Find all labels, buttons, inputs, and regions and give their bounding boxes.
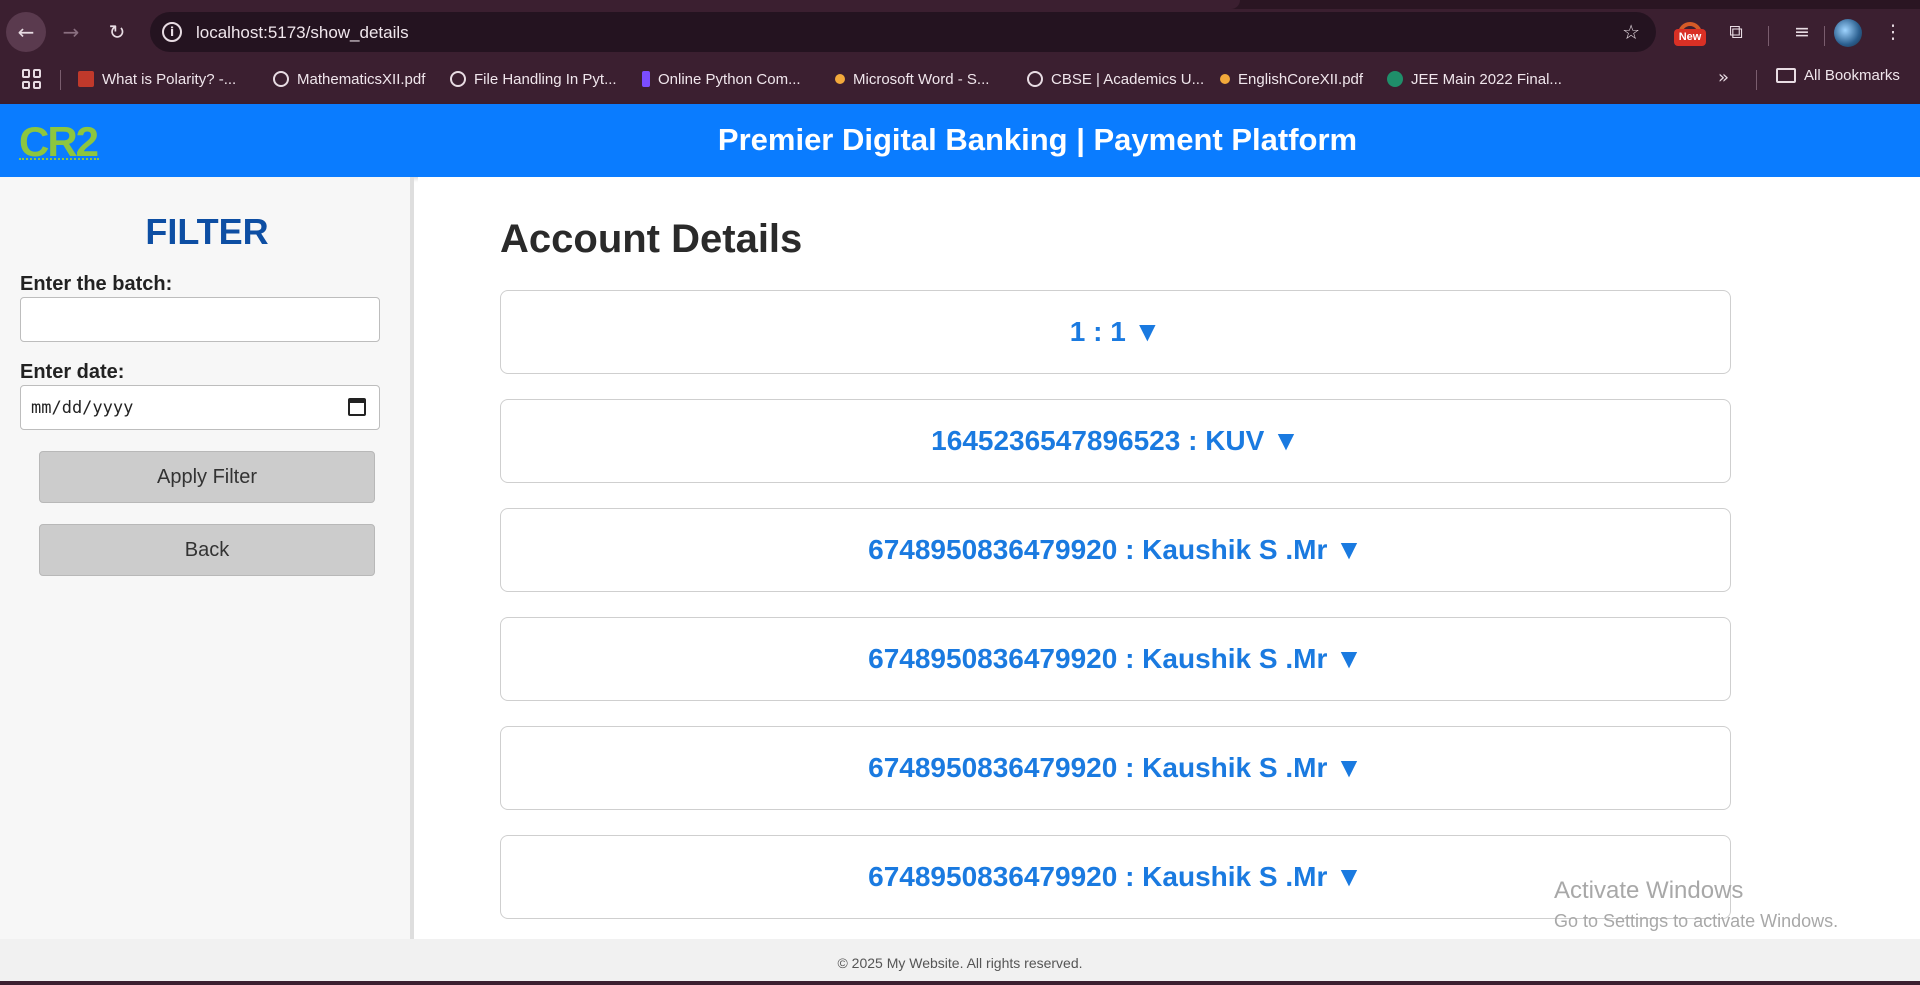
- bookmark-favicon-icon: [1387, 71, 1403, 87]
- batch-label: Enter the batch:: [20, 273, 173, 295]
- bookmark-item[interactable]: File Handling In Pyt...: [450, 67, 617, 91]
- bookmark-favicon-icon: [835, 74, 845, 84]
- globe-icon: [273, 71, 289, 87]
- bookmark-item[interactable]: What is Polarity? -...: [78, 67, 236, 91]
- profile-avatar[interactable]: [1834, 19, 1862, 47]
- account-dropdown[interactable]: 6748950836479920 : Kaushik S .Mr ▼: [500, 508, 1731, 592]
- date-input[interactable]: mm/dd/yyyy: [20, 385, 380, 430]
- batch-input[interactable]: [20, 297, 380, 342]
- browser-toolbar: ← → ↻ i localhost:5173/show_details ☆ Ne…: [0, 9, 1920, 55]
- more-bookmarks-chevron-icon[interactable]: »: [1718, 67, 1729, 88]
- reload-icon[interactable]: ↻: [98, 17, 136, 47]
- bookmarks-bar: What is Polarity? -... MathematicsXII.pd…: [0, 55, 1920, 104]
- bookmark-item[interactable]: CBSE | Academics U...: [1027, 67, 1204, 91]
- bookmark-item[interactable]: MathematicsXII.pdf: [273, 67, 425, 91]
- bookmark-label: File Handling In Pyt...: [474, 70, 617, 88]
- site-info-icon[interactable]: i: [162, 22, 182, 42]
- address-bar[interactable]: i localhost:5173/show_details ☆: [150, 12, 1656, 52]
- bookmark-item[interactable]: JEE Main 2022 Final...: [1387, 67, 1562, 91]
- bookmark-favicon-icon: [78, 71, 94, 87]
- bookmark-label: Microsoft Word - S...: [853, 70, 990, 88]
- account-dropdown[interactable]: 1 : 1 ▼: [500, 290, 1731, 374]
- page-footer: © 2025 My Website. All rights reserved.: [0, 939, 1920, 981]
- globe-icon: [1027, 71, 1043, 87]
- date-label: Enter date:: [20, 361, 125, 383]
- bookmark-label: CBSE | Academics U...: [1051, 70, 1205, 88]
- bookmark-label: MathematicsXII.pdf: [297, 70, 426, 88]
- active-tab[interactable]: [0, 0, 1240, 9]
- bookmark-label: EnglishCoreXII.pdf: [1238, 70, 1364, 88]
- back-arrow-icon[interactable]: ←: [6, 12, 46, 52]
- bookmark-item[interactable]: EnglishCoreXII.pdf: [1220, 67, 1363, 91]
- bookmarks-divider: [60, 70, 61, 90]
- apps-grid-icon[interactable]: [22, 69, 42, 89]
- watermark-subtitle: Go to Settings to activate Windows.: [1554, 911, 1839, 931]
- new-badge: New: [1674, 29, 1706, 46]
- account-dropdown[interactable]: 6748950836479920 : Kaushik S .Mr ▼: [500, 835, 1731, 919]
- logo-underline: [19, 158, 99, 160]
- menu-kebab-icon[interactable]: ⋮: [1878, 17, 1908, 47]
- address-url[interactable]: localhost:5173/show_details: [196, 23, 409, 43]
- activate-windows-watermark: Activate Windows Go to Settings to activ…: [1554, 877, 1838, 932]
- app-header: CR2 Premier Digital Banking | Payment Pl…: [0, 104, 1920, 177]
- watermark-title: Activate Windows: [1554, 877, 1744, 904]
- account-dropdown[interactable]: 6748950836479920 : Kaushik S .Mr ▼: [500, 726, 1731, 810]
- all-bookmarks-button[interactable]: All Bookmarks: [1776, 67, 1900, 84]
- media-queue-icon[interactable]: ≡: [1787, 17, 1817, 47]
- date-placeholder: mm/dd/yyyy: [31, 398, 134, 418]
- filter-title: FILTER: [145, 211, 269, 252]
- bookmark-label: Online Python Com...: [658, 70, 801, 88]
- filter-sidebar: FILTER Enter the batch: Enter date: mm/d…: [0, 177, 414, 939]
- bookmark-star-icon[interactable]: ☆: [1622, 20, 1640, 44]
- bookmark-label: What is Polarity? -...: [102, 70, 237, 88]
- forward-arrow-icon[interactable]: →: [52, 17, 90, 47]
- bookmark-item[interactable]: Microsoft Word - S...: [835, 67, 989, 91]
- browser-chrome: ← → ↻ i localhost:5173/show_details ☆ Ne…: [0, 0, 1920, 104]
- page-title: Account Details: [500, 217, 803, 261]
- bookmarks-divider: [1756, 70, 1757, 90]
- toolbar-divider: [1824, 26, 1825, 46]
- account-dropdown[interactable]: 6748950836479920 : Kaushik S .Mr ▼: [500, 617, 1731, 701]
- globe-icon: [450, 71, 466, 87]
- bookmark-label: JEE Main 2022 Final...: [1411, 70, 1562, 88]
- main-content: Account Details 1 : 1 ▼ 1645236547896523…: [418, 177, 1920, 939]
- bookmark-favicon-icon: [1220, 74, 1230, 84]
- account-dropdown[interactable]: 1645236547896523 : KUV ▼: [500, 399, 1731, 483]
- calendar-icon[interactable]: [348, 398, 366, 416]
- app-title: Premier Digital Banking | Payment Platfo…: [717, 122, 1358, 157]
- bookmark-item[interactable]: Online Python Com...: [642, 67, 801, 91]
- apply-filter-button[interactable]: Apply Filter: [39, 451, 375, 503]
- extensions-puzzle-icon[interactable]: ⧉: [1721, 17, 1751, 47]
- all-bookmarks-label: All Bookmarks: [1804, 67, 1900, 84]
- toolbar-divider: [1768, 26, 1769, 46]
- tab-strip: [0, 0, 1920, 9]
- window-bottom-edge: [0, 981, 1920, 985]
- bookmark-favicon-icon: [642, 71, 650, 87]
- folder-icon: [1776, 68, 1796, 83]
- back-button[interactable]: Back: [39, 524, 375, 576]
